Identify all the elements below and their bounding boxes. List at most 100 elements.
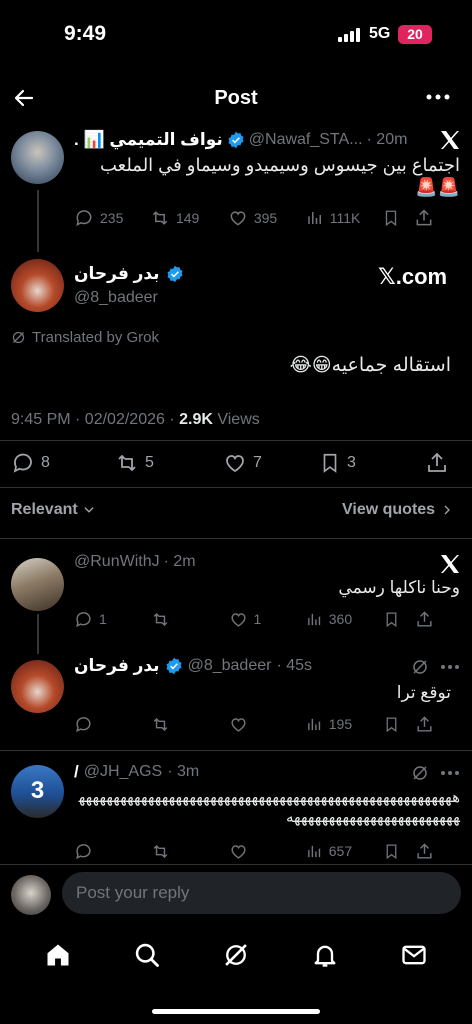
notifications-icon[interactable] (311, 941, 339, 969)
sort-label: Relevant (11, 501, 78, 518)
like-button[interactable] (229, 715, 306, 734)
battery-badge: 20 (398, 25, 432, 44)
reply-icon (13, 453, 32, 473)
more-icon[interactable] (426, 92, 450, 102)
translated-by-grok[interactable]: Translated by Grok (11, 329, 159, 346)
avatar[interactable] (11, 660, 64, 713)
main-post-actions: 8 5 7 3 (11, 451, 461, 475)
views-button[interactable]: 195 (306, 716, 383, 733)
reply-input[interactable]: Post your reply (62, 872, 461, 914)
views-button[interactable]: 111K (306, 209, 382, 227)
share-button[interactable] (415, 842, 434, 861)
reply-input-placeholder: Post your reply (76, 883, 190, 902)
bookmark-icon (386, 611, 397, 627)
bookmark-button[interactable] (383, 715, 415, 734)
author-name[interactable]: نواف التميمي 📊 . (74, 130, 223, 150)
repost-button[interactable]: 5 (115, 451, 223, 475)
translated-label: Translated by Grok (32, 329, 159, 346)
like-button[interactable]: 7 (223, 451, 319, 475)
author-handle[interactable]: @JH_AGS (84, 763, 162, 781)
bookmark-icon (385, 210, 396, 227)
views-icon (307, 845, 320, 857)
share-button[interactable] (415, 715, 434, 734)
reply-header: بدر فرحان @8_badeer · 45s (74, 656, 312, 676)
status-bar: 9:49 5G 20 (0, 0, 472, 70)
home-indicator (152, 1009, 320, 1014)
repost-count: 5 (145, 454, 154, 471)
reply-icon (76, 210, 92, 227)
avatar[interactable] (11, 558, 64, 611)
share-button[interactable] (415, 610, 434, 629)
repost-button[interactable] (151, 610, 228, 629)
sort-dropdown[interactable]: Relevant (11, 501, 96, 519)
repost-button[interactable] (151, 715, 228, 734)
share-button[interactable] (425, 451, 449, 475)
like-icon (230, 612, 246, 627)
views-count: 2.9K (179, 411, 213, 428)
like-button[interactable]: 1 (229, 610, 306, 629)
reply-button[interactable]: 1 (74, 610, 151, 629)
repost-icon (152, 211, 168, 225)
views-label: Views (212, 411, 260, 428)
reply-button[interactable] (74, 842, 151, 861)
views-button[interactable]: 360 (306, 611, 383, 628)
author-handle[interactable]: @8_badeer (74, 289, 158, 307)
bookmark-button[interactable] (383, 610, 415, 629)
x-logo-icon (440, 555, 460, 573)
home-icon[interactable] (44, 941, 72, 969)
signal-icon (338, 28, 360, 42)
reply-button[interactable]: 8 (11, 451, 115, 475)
post-time: · 2m (163, 553, 196, 570)
author-name[interactable]: بدر فرحان (74, 264, 160, 284)
author-handle[interactable]: @RunWithJ (74, 553, 160, 571)
post-time: · 45s (276, 657, 313, 674)
reply-icon (76, 843, 91, 859)
quoted-post-header: نواف التميمي 📊 . @Nawaf_STA... · 20m (74, 128, 434, 152)
bookmark-button[interactable] (382, 208, 414, 228)
repost-button[interactable]: 149 (150, 208, 228, 228)
bookmark-button[interactable] (383, 842, 415, 861)
avatar[interactable] (11, 131, 64, 184)
post-time: · 3m (167, 763, 200, 780)
bookmark-count: 3 (347, 454, 356, 471)
like-button[interactable] (229, 842, 306, 861)
more-icon[interactable] (440, 770, 460, 776)
avatar[interactable]: 3 (11, 765, 64, 818)
repost-icon (118, 454, 136, 472)
share-button[interactable] (414, 208, 434, 228)
reply-button[interactable]: 235 (74, 208, 150, 228)
like-count: 395 (253, 210, 278, 226)
views-icon (307, 613, 320, 625)
verified-icon (166, 265, 184, 283)
quoted-post-actions: 235 149 395 111K (74, 207, 434, 229)
like-button[interactable]: 395 (228, 208, 306, 228)
repost-icon (153, 717, 168, 731)
reply-icon (76, 716, 91, 732)
grok-icon[interactable] (222, 941, 250, 969)
views-count: 360 (328, 611, 353, 627)
verified-icon (165, 657, 183, 675)
search-icon[interactable] (133, 941, 161, 969)
messages-icon[interactable] (400, 941, 428, 969)
more-icon[interactable] (440, 664, 460, 670)
chevron-down-icon (84, 507, 94, 513)
author-handle[interactable]: @Nawaf_STA... (249, 131, 363, 149)
views-button[interactable]: 657 (306, 843, 383, 860)
author-name[interactable]: بدر فرحان (74, 656, 160, 676)
share-icon (417, 715, 432, 732)
post-text: اجتماع بين جيسوس وسيميدو وسيماو في الملع… (99, 155, 460, 197)
reply-count: 8 (41, 454, 50, 471)
author-handle[interactable]: @8_badeer (188, 657, 272, 675)
like-icon (230, 717, 246, 732)
divider (0, 750, 472, 751)
page-title: Post (214, 87, 258, 109)
like-count: 7 (253, 454, 262, 471)
like-icon (230, 211, 246, 226)
author-name[interactable]: / (74, 762, 79, 782)
divider (0, 538, 472, 539)
reply-button[interactable] (74, 715, 151, 734)
view-quotes-link[interactable]: View quotes (342, 501, 453, 519)
bookmark-button[interactable]: 3 (319, 451, 425, 475)
repost-button[interactable] (151, 842, 228, 861)
avatar[interactable] (11, 259, 64, 312)
